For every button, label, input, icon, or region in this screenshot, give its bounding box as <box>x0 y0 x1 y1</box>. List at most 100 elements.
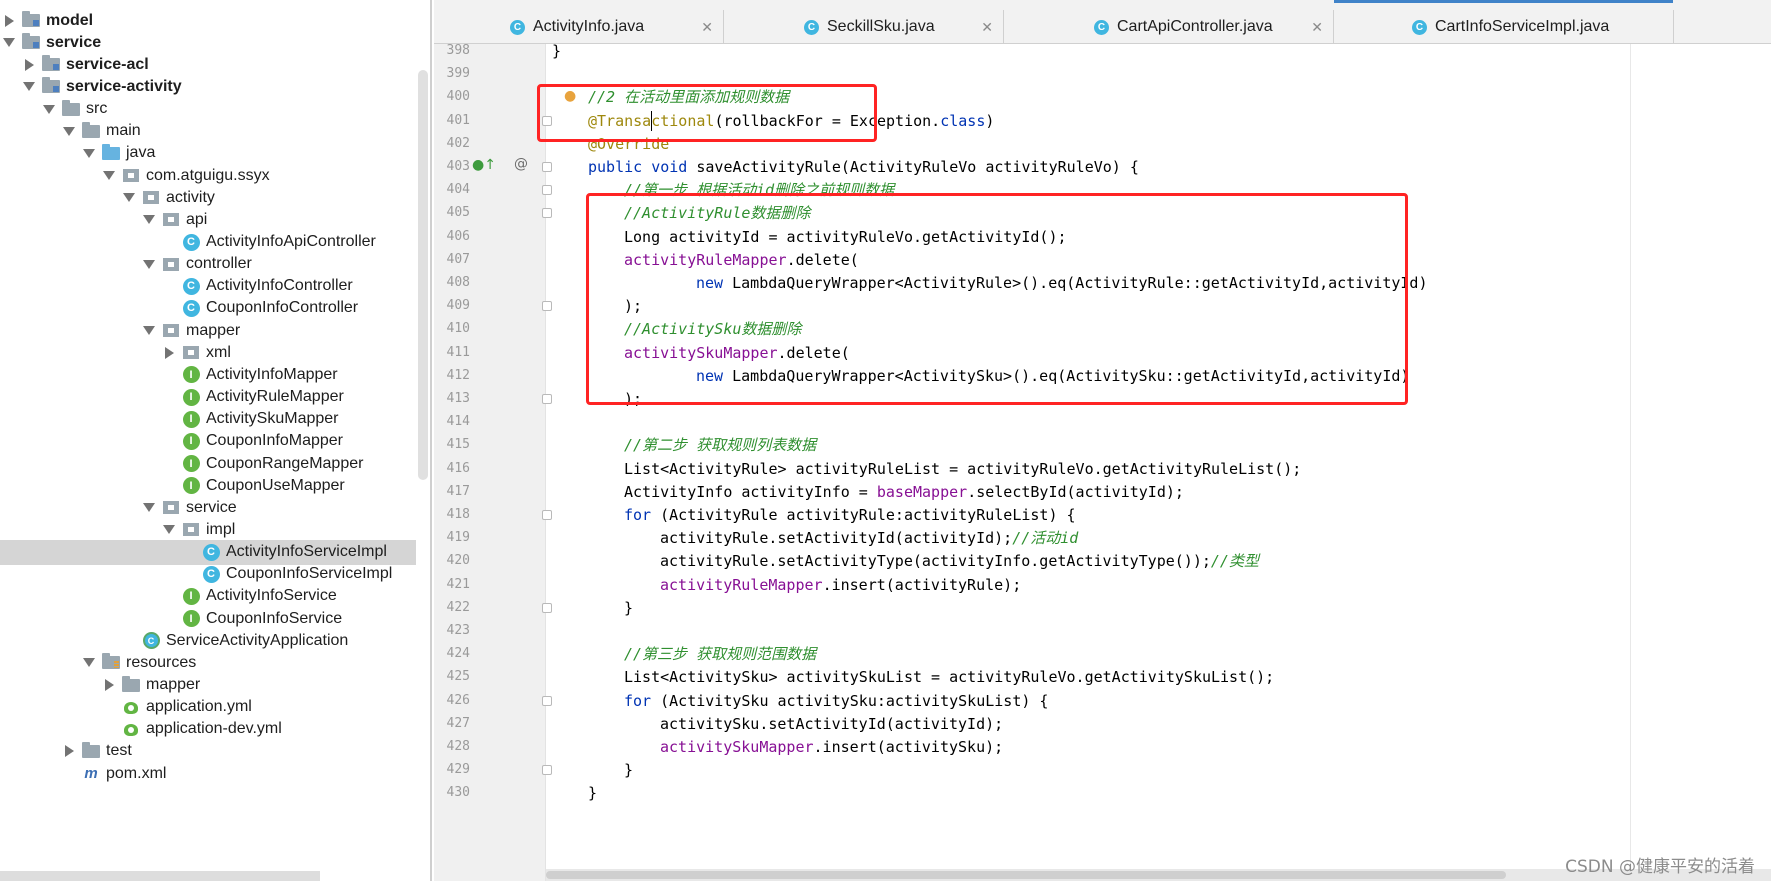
tree-node-label: pom.xml <box>106 764 167 782</box>
fold-marker-icon[interactable] <box>542 185 552 196</box>
editor-tab-bar: C ActivityInfo.java ✕ C SeckillSku.java ✕ C Car… <box>434 0 1771 44</box>
fold-marker-icon[interactable] <box>542 602 552 613</box>
line-number: 412 <box>446 367 470 383</box>
expand-arrow-icon[interactable] <box>142 257 156 271</box>
line-number: 409 <box>446 298 470 314</box>
collapse-arrow-icon[interactable] <box>62 744 76 758</box>
fold-marker-icon[interactable] <box>542 510 552 520</box>
fold-marker-icon[interactable] <box>542 695 552 706</box>
tree-node[interactable]: m pom.xml <box>0 761 416 786</box>
line-number: 407 <box>446 251 470 267</box>
package-icon <box>182 521 200 539</box>
tree-node-label: CouponRangeMapper <box>206 454 364 472</box>
collapse-arrow-icon[interactable] <box>22 58 36 72</box>
editor-tab[interactable]: C ActivityInfo.java ✕ <box>434 10 724 43</box>
tree-node-label: xml <box>206 343 231 361</box>
code-keyword: public void <box>588 158 697 176</box>
code-line: activitySkuMapper.insert(activitySku); <box>660 734 1003 760</box>
code-line: } <box>588 780 597 806</box>
fold-marker-icon[interactable] <box>542 162 552 172</box>
expand-arrow-icon[interactable] <box>62 124 76 138</box>
tree-node-label: api <box>186 210 208 228</box>
code-token: .insert(activityRule); <box>822 575 1022 594</box>
expand-arrow-icon[interactable] <box>82 656 96 670</box>
expand-arrow-icon[interactable] <box>122 191 136 205</box>
fold-marker-icon[interactable] <box>542 301 552 312</box>
line-number: 419 <box>446 530 470 546</box>
line-number: 416 <box>446 460 470 476</box>
implements-marker-icon[interactable]: ●↑ <box>472 157 496 173</box>
close-tab-icon[interactable]: ✕ <box>981 19 993 36</box>
code-token: Long activityId = activityRuleVo.getActi… <box>624 227 1067 246</box>
close-tab-icon[interactable]: ✕ <box>1311 19 1323 36</box>
tab-label: SeckillSku.java <box>827 18 935 35</box>
module-folder-icon <box>42 55 60 74</box>
code-line: @Override <box>588 131 669 157</box>
line-number: 411 <box>446 344 470 360</box>
maven-icon: m <box>84 765 98 783</box>
scrollbar-thumb[interactable] <box>546 871 1506 879</box>
expand-arrow-icon[interactable] <box>142 213 156 227</box>
tree-node-label: model <box>46 11 94 29</box>
tree-node-label: mapper <box>146 676 201 693</box>
java-class-icon: C <box>1412 19 1427 35</box>
fold-marker-icon[interactable] <box>542 765 552 776</box>
code-line: activityRuleMapper.delete( <box>624 247 859 273</box>
tree-node-label: ActivityInfoController <box>206 277 353 295</box>
code-token: activityRule.setActivityType(activityInf… <box>660 552 1211 571</box>
code-line: Long activityId = activityRuleVo.getActi… <box>624 224 1067 250</box>
expand-arrow-icon[interactable] <box>102 169 116 183</box>
line-number: 430 <box>446 785 470 801</box>
line-number: 418 <box>446 507 470 522</box>
tree-horizontal-scrollbar[interactable] <box>0 871 320 881</box>
code-token: ) <box>985 111 995 130</box>
expand-arrow-icon[interactable] <box>162 523 176 537</box>
expand-arrow-icon[interactable] <box>22 80 36 94</box>
source-folder-icon <box>102 143 120 162</box>
code-line: new LambdaQueryWrapper<ActivitySku>().eq… <box>696 363 1409 389</box>
expand-arrow-icon[interactable] <box>82 146 96 160</box>
tree-node-label: ActivityInfoService <box>206 587 337 605</box>
code-line: public void saveActivityRule(ActivityRul… <box>588 154 1139 180</box>
tree-node-label: CouponInfoService <box>206 609 343 627</box>
tree-scrollbar[interactable] <box>418 70 428 480</box>
expand-arrow-icon[interactable] <box>2 36 16 50</box>
class-icon: C <box>202 565 220 583</box>
code-line: //ActivityRule数据删除 <box>624 200 810 226</box>
editor-tab[interactable]: C CartApiController.java ✕ <box>1004 10 1334 43</box>
fold-marker-icon[interactable] <box>542 115 552 126</box>
tree-node-label: ActivitySkuMapper <box>206 410 339 428</box>
folder-icon <box>82 741 100 760</box>
fold-marker-icon[interactable] <box>542 208 552 219</box>
collapse-arrow-icon[interactable] <box>102 678 116 692</box>
close-tab-icon[interactable]: ✕ <box>701 19 713 36</box>
editor-tab[interactable]: C CartInfoServiceImpl.java <box>1334 0 1674 43</box>
collapse-arrow-icon[interactable] <box>162 346 176 360</box>
editor-tab[interactable]: C SeckillSku.java ✕ <box>724 10 1004 43</box>
module-folder-icon <box>22 11 40 30</box>
fold-marker-icon[interactable] <box>542 394 552 404</box>
code-line: activitySku.setActivityId(activityId); <box>660 711 1003 737</box>
code-area[interactable]: } //2 在活动里面添加规则数据@Transactional(rollbackF… <box>552 44 1771 881</box>
annotation-marker-icon[interactable]: @ <box>514 156 528 172</box>
code-token: } <box>624 598 634 617</box>
line-number: 427 <box>446 715 470 731</box>
code-keyword: for <box>624 691 661 710</box>
package-icon <box>162 255 180 273</box>
line-number: 400 <box>446 89 470 105</box>
tree-node-label: resources <box>126 653 197 671</box>
package-icon <box>162 211 180 229</box>
expand-arrow-icon[interactable] <box>142 501 156 515</box>
expand-arrow-icon[interactable] <box>42 102 56 116</box>
collapse-arrow-icon[interactable] <box>2 14 16 28</box>
code-line: } <box>624 595 633 621</box>
tree-node-label: application.yml <box>146 698 252 716</box>
code-token: saveActivityRule(ActivityRuleVo activity… <box>696 158 1139 176</box>
code-token: } <box>624 761 634 780</box>
tree-node-label: service <box>46 33 102 51</box>
expand-arrow-icon[interactable] <box>142 324 156 338</box>
code-keyword: new <box>696 274 733 292</box>
tree-node-label: test <box>106 742 132 760</box>
interface-icon: I <box>182 455 200 473</box>
code-line: } <box>624 757 633 783</box>
